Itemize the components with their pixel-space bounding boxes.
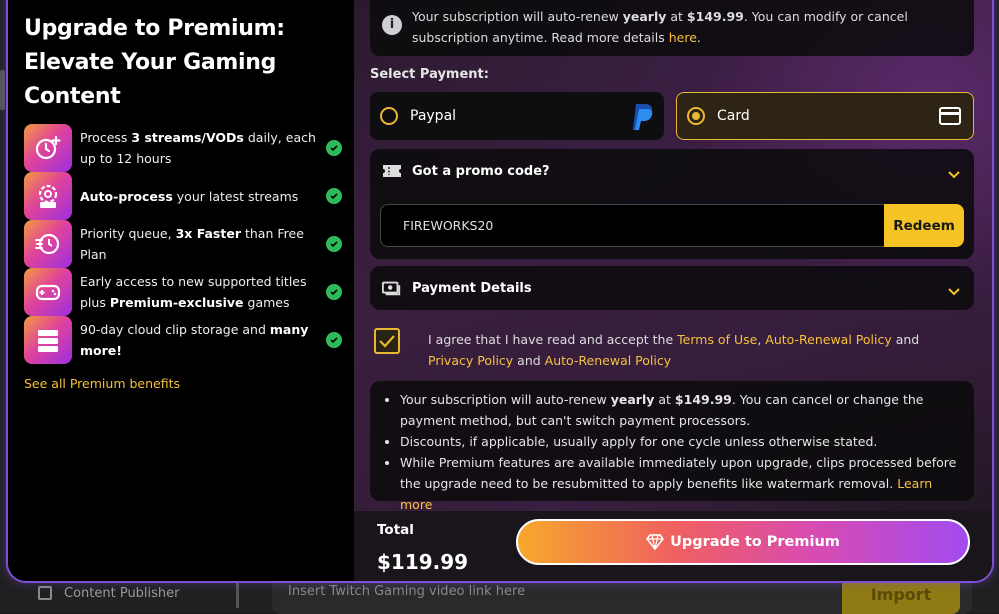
list-item: Discounts, if applicable, usually apply … xyxy=(400,431,960,452)
checkout-footer: Total $119.99 Upgrade to Premium xyxy=(354,511,992,581)
renewal-info-text: Your subscription will auto-renew yearly… xyxy=(412,9,908,45)
see-all-benefits-link[interactable]: See all Premium benefits xyxy=(24,376,180,391)
total-label: Total xyxy=(377,522,414,538)
payment-details-title: Payment Details xyxy=(412,280,532,296)
radio-paypal[interactable] xyxy=(380,107,398,125)
auto-renewal-policy-link[interactable]: Auto-Renewal Policy xyxy=(765,332,891,347)
gamepad-icon xyxy=(24,268,72,316)
ticket-icon xyxy=(382,163,402,179)
upgrade-label: Upgrade to Premium xyxy=(670,534,840,550)
scrollbar xyxy=(0,70,5,110)
payment-option-label: Paypal xyxy=(410,108,457,124)
promo-code-input[interactable]: FIREWORKS20 xyxy=(380,204,886,247)
benefits-panel: Upgrade to Premium: Elevate Your Gaming … xyxy=(8,0,354,581)
check-icon xyxy=(326,140,342,156)
check-icon xyxy=(326,236,342,252)
paypal-icon xyxy=(630,102,656,136)
renewal-info-box: i Your subscription will auto-renew year… xyxy=(370,0,974,56)
payment-option-label: Card xyxy=(717,108,750,124)
select-payment-label: Select Payment: xyxy=(370,67,489,82)
feature-text: Priority queue, 3x Faster than Free Plan xyxy=(80,226,304,262)
feature-text: Auto-process your latest streams xyxy=(80,188,299,204)
sidebar-item-label: Content Publisher xyxy=(64,585,180,601)
check-icon xyxy=(379,335,395,348)
credit-card-icon xyxy=(939,107,961,129)
info-icon: i xyxy=(382,15,402,35)
feature-text: Process 3 streams/VODs daily, each up to… xyxy=(80,130,316,166)
upgrade-button[interactable]: Upgrade to Premium xyxy=(516,519,970,565)
privacy-policy-link[interactable]: Privacy Policy xyxy=(428,353,513,368)
checkout-panel: i Your subscription will auto-renew year… xyxy=(354,0,992,581)
payment-option-paypal[interactable]: Paypal xyxy=(370,92,664,140)
agree-text: I agree that I have read and accept the … xyxy=(428,332,920,368)
check-icon xyxy=(326,284,342,300)
payment-icon xyxy=(382,280,402,296)
promo-title: Got a promo code? xyxy=(412,163,550,179)
clock-plus-icon xyxy=(24,124,72,172)
promo-header[interactable]: Got a promo code? xyxy=(370,149,974,193)
diamond-icon xyxy=(646,534,665,550)
feature-item: 90-day cloud clip storage and many more! xyxy=(24,316,342,364)
payment-details-header[interactable]: Payment Details xyxy=(370,266,974,310)
subscription-notes: Your subscription will auto-renew yearly… xyxy=(370,381,974,512)
feature-item: Priority queue, 3x Faster than Free Plan xyxy=(24,220,342,268)
check-icon xyxy=(326,332,342,348)
feature-item: Process 3 streams/VODs daily, each up to… xyxy=(24,124,342,172)
payment-option-card[interactable]: Card xyxy=(676,92,974,140)
promo-section: Got a promo code? FIREWORKS20 Redeem xyxy=(370,149,974,259)
check-icon xyxy=(326,188,342,204)
fast-clock-icon xyxy=(24,220,72,268)
details-link[interactable]: here xyxy=(669,30,697,45)
storage-icon xyxy=(24,316,72,364)
chevron-down-icon[interactable] xyxy=(948,281,960,300)
upgrade-modal: Upgrade to Premium: Elevate Your Gaming … xyxy=(6,0,994,583)
total-value: $119.99 xyxy=(377,550,469,574)
agree-checkbox[interactable] xyxy=(374,328,400,354)
feature-text: Early access to new supported titles plu… xyxy=(80,274,307,310)
list-item: While Premium features are available imm… xyxy=(400,452,960,515)
list-item: Your subscription will auto-renew yearly… xyxy=(400,389,960,431)
auto-gear-icon xyxy=(24,172,72,220)
feature-text: 90-day cloud clip storage and many more! xyxy=(80,322,309,358)
publisher-icon xyxy=(38,586,52,600)
terms-of-use-link[interactable]: Terms of Use xyxy=(677,332,757,347)
chevron-down-icon[interactable] xyxy=(948,164,960,183)
page-title: Upgrade to Premium: Elevate Your Gaming … xyxy=(24,16,285,109)
radio-card[interactable] xyxy=(687,107,705,125)
redeem-button[interactable]: Redeem xyxy=(884,204,964,247)
auto-renewal-policy-link[interactable]: Auto-Renewal Policy xyxy=(545,353,671,368)
payment-details-section: Payment Details xyxy=(370,266,974,310)
feature-item: Early access to new supported titles plu… xyxy=(24,268,342,316)
feature-item: Auto-process your latest streams xyxy=(24,172,342,220)
